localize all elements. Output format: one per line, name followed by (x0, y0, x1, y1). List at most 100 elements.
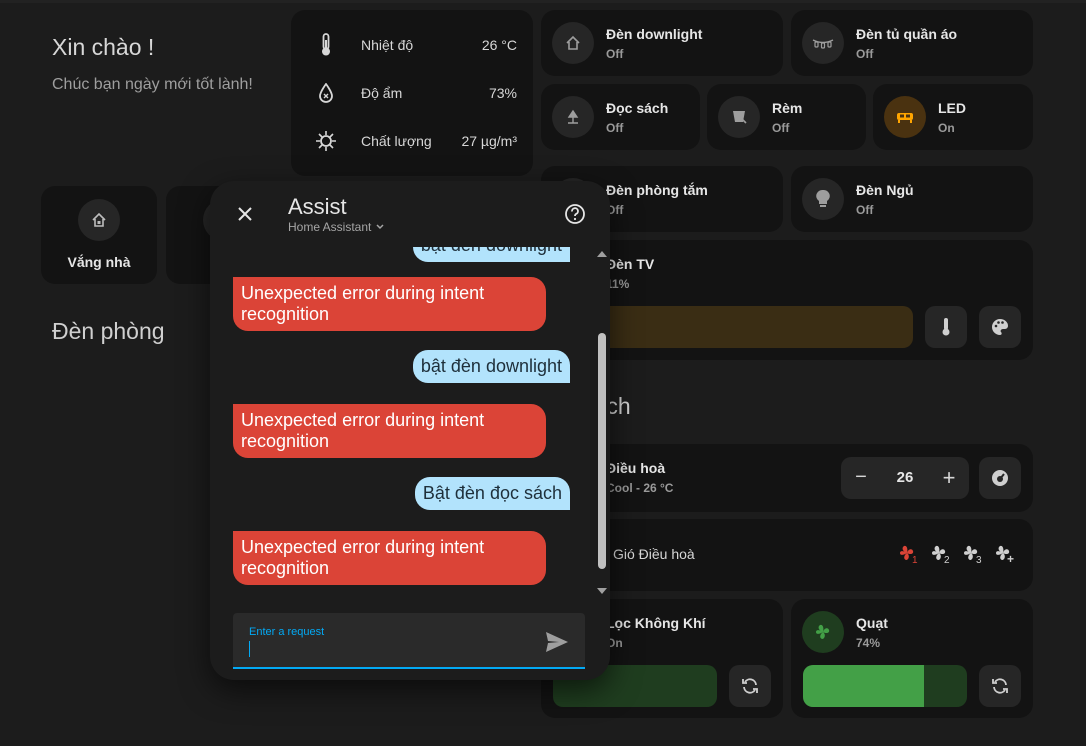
tile-state: On (938, 121, 955, 135)
assistant-error-message: Unexpected error during intent recogniti… (233, 277, 546, 331)
chevron-down-icon (376, 224, 384, 230)
fan-speed-number: 3 (976, 555, 982, 566)
send-button[interactable] (543, 628, 571, 656)
fan-speed-slider-fill (803, 665, 925, 707)
request-input-field[interactable]: Enter a request (233, 613, 585, 669)
weather-row-air-quality: Chất lượng 27 µg/m³ (291, 126, 533, 156)
tile-state: Off (856, 203, 874, 217)
weather-value: 73% (488, 85, 517, 101)
top-bar (0, 0, 1086, 3)
tile-name: Đèn phòng tắm (606, 182, 708, 198)
text-caret (249, 641, 250, 657)
bulb-icon (802, 178, 844, 220)
weather-value: 26 °C (481, 37, 517, 53)
tile-name: Đèn TV (606, 256, 655, 272)
fan-speed-plus-button[interactable]: + (993, 543, 1017, 567)
fan-speed-number: 1 (912, 555, 918, 566)
increase-temp-button[interactable]: + (937, 465, 961, 491)
scroll-thumb[interactable] (598, 333, 606, 569)
user-message: bật đèn downlight (412, 350, 570, 383)
air-quality-icon (291, 130, 361, 152)
tile-state: Off (856, 47, 874, 61)
dialog-title: Assist (288, 194, 347, 219)
tile-state: Off (772, 121, 790, 135)
user-message: Bật đèn đọc sách (414, 477, 570, 510)
weather-row-humidity: Độ ẩm 73% (291, 78, 533, 108)
scroll-down-arrow[interactable] (597, 588, 607, 594)
fan-speed-3-button[interactable]: 3 (961, 543, 985, 567)
tile-ac-fan-mode[interactable]: Gió Điều hoà 1 2 3 + (541, 519, 1033, 591)
close-button[interactable] (230, 199, 260, 229)
sync-icon (992, 678, 1008, 694)
tile-name: Đèn tủ quần áo (856, 26, 958, 42)
greeting-title: Xin chào ! (52, 34, 155, 60)
thermometer-icon (942, 318, 950, 336)
fan-speed-2-button[interactable]: 2 (929, 543, 953, 567)
pipeline-name: Home Assistant (288, 220, 372, 234)
mode-label: Vắng nhà (67, 254, 131, 270)
temperature-stepper: − 26 + (841, 457, 969, 499)
fan-mode-label: Gió Điều hoà (613, 546, 695, 562)
assistant-error-message: Unexpected error during intent recogniti… (233, 531, 546, 585)
tile-fan[interactable]: Quạt 74% (791, 599, 1033, 718)
tile-tv-light[interactable]: Đèn TV 11% (541, 240, 1033, 360)
tile-state: Cool - 26 °C (606, 481, 674, 495)
tile-name: Đọc sách (606, 100, 669, 116)
pipeline-selector[interactable]: Home Assistant (288, 220, 385, 234)
hvac-mode-button[interactable] (979, 457, 1021, 499)
close-icon (238, 207, 252, 221)
palette-icon (992, 319, 1008, 335)
request-input-label: Enter a request (249, 626, 325, 638)
assistant-error-message: Unexpected error during intent recogniti… (233, 404, 546, 458)
help-circle-icon (565, 204, 585, 224)
tile-night-light[interactable]: Đèn Ngủ Off (791, 166, 1033, 232)
fan-speed-slider[interactable] (803, 665, 967, 707)
tile-curtain[interactable]: Rèm Off (707, 84, 866, 150)
tile-wardrobe-light[interactable]: Đèn tủ quần áo Off (791, 10, 1033, 76)
tile-downlight[interactable]: Đèn downlight Off (541, 10, 783, 76)
tile-reading-light[interactable]: Đọc sách Off (541, 84, 700, 150)
weather-label: Nhiệt độ (361, 37, 414, 53)
tile-name: Quạt (856, 615, 888, 631)
water-drop-icon (291, 83, 361, 103)
tile-state: 74% (856, 636, 881, 650)
help-button[interactable] (562, 201, 588, 227)
decrease-temp-button[interactable]: − (849, 466, 873, 489)
curtain-icon (718, 96, 760, 138)
string-lights-icon (802, 22, 844, 64)
weather-value: 27 µg/m³ (461, 133, 517, 149)
section-title-lights: Đèn phòng (52, 318, 165, 344)
fan-oscillate-button[interactable] (979, 665, 1021, 707)
weather-card[interactable]: Nhiệt độ 26 °C Độ ẩm 73% Chất lượng 27 µ… (291, 10, 533, 176)
tile-state: Off (606, 47, 624, 61)
desk-lamp-icon (552, 96, 594, 138)
tile-led[interactable]: LED On (873, 84, 1033, 150)
downlight-icon (552, 22, 594, 64)
assist-dialog: Assist Home Assistant bật đèn downlight … (210, 181, 610, 680)
tile-climate[interactable]: Điều hoà Cool - 26 °C − 26 + (541, 444, 1033, 512)
tile-name: Đèn Ngủ (856, 182, 914, 198)
greeting-subtitle: Chúc bạn ngày mới tốt lành! (52, 76, 253, 93)
tile-name: Điều hoà (606, 460, 666, 476)
user-message: bật đèn downlight (412, 247, 570, 262)
color-temp-button[interactable] (925, 306, 967, 348)
conversation-list[interactable]: bật đèn downlight Unexpected error durin… (210, 247, 610, 601)
weather-label: Độ ẩm (361, 85, 403, 101)
weather-label: Chất lượng (361, 133, 432, 149)
chat-scrollbar[interactable] (596, 247, 608, 601)
tile-state: Off (606, 121, 624, 135)
mode-card-away[interactable]: Vắng nhà (41, 186, 157, 284)
tile-name: Đèn downlight (606, 26, 703, 42)
tile-name: Rèm (772, 100, 803, 116)
tile-name: Lọc Không Khí (606, 615, 706, 631)
fan-speed-number: 2 (944, 555, 950, 566)
color-palette-button[interactable] (979, 306, 1021, 348)
purifier-oscillate-button[interactable] (729, 665, 771, 707)
send-icon (546, 632, 568, 652)
led-icon (884, 96, 926, 138)
scroll-up-arrow[interactable] (597, 251, 607, 257)
fan-speed-1-button[interactable]: 1 (897, 543, 921, 567)
fan-speed-number: + (1007, 552, 1015, 566)
target-temperature: 26 (896, 469, 914, 486)
thermometer-icon (291, 33, 361, 57)
